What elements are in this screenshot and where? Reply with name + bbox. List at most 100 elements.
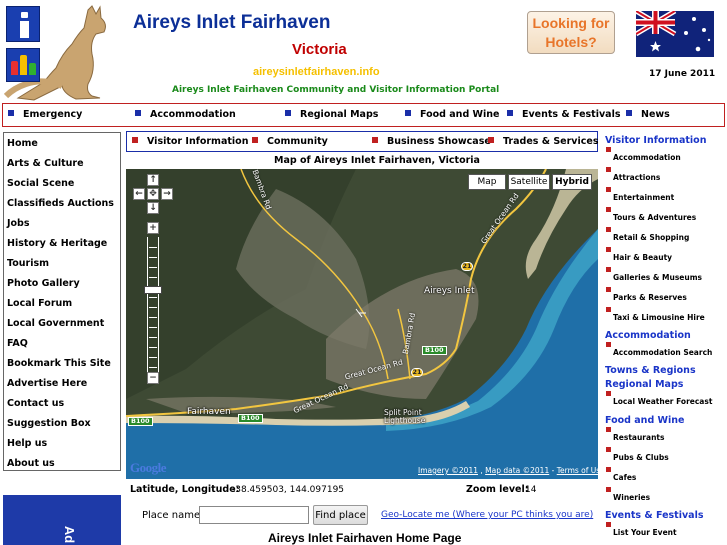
- site-state: Victoria: [292, 41, 347, 58]
- right-link-weather[interactable]: Local Weather Forecast: [613, 397, 712, 406]
- bullet-icon: [606, 487, 611, 492]
- place-name-input[interactable]: [199, 506, 309, 524]
- sidebar-item-suggestion-box[interactable]: Suggestion Box: [7, 418, 91, 429]
- satellite-map[interactable]: Map Satellite Hybrid ↑ ← ✥ → ↓ + − Airey…: [126, 169, 598, 479]
- main-navigation: Emergency Accommodation Regional Maps Fo…: [2, 103, 725, 127]
- map-type-hybrid-button[interactable]: Hybrid: [552, 174, 592, 190]
- right-link-retail[interactable]: Retail & Shopping: [613, 233, 689, 242]
- subnav-business-showcase[interactable]: Business Showcase: [372, 136, 491, 147]
- zoom-slider-handle[interactable]: [144, 286, 162, 294]
- pan-down-icon[interactable]: ↓: [147, 202, 159, 214]
- zoom-out-button[interactable]: −: [147, 372, 159, 384]
- subnav-trades-services[interactable]: Trades & Services: [488, 136, 598, 147]
- nav-food-and-wine[interactable]: Food and Wine: [405, 109, 500, 120]
- right-link-wineries[interactable]: Wineries: [613, 493, 650, 502]
- bullet-icon: [252, 137, 258, 143]
- right-heading-towns-regions[interactable]: Towns & Regions: [605, 365, 696, 376]
- nav-news[interactable]: News: [626, 109, 670, 120]
- family-icon[interactable]: [6, 48, 40, 82]
- map-terrain: [126, 169, 598, 479]
- subnav-community[interactable]: Community: [252, 136, 328, 147]
- right-link-list-event[interactable]: List Your Event: [613, 528, 677, 537]
- route-b100-shield: B100: [422, 346, 447, 355]
- sidebar-item-contact[interactable]: Contact us: [7, 398, 64, 409]
- nav-events-festivals[interactable]: Events & Festivals: [507, 109, 621, 120]
- bullet-icon: [606, 187, 611, 192]
- sidebar-item-jobs[interactable]: Jobs: [7, 218, 30, 229]
- route-b100-shield: B100: [238, 414, 263, 423]
- right-link-accommodation-search[interactable]: Accommodation Search: [613, 348, 712, 357]
- sidebar-item-local-government[interactable]: Local Government: [7, 318, 104, 329]
- right-link-entertainment[interactable]: Entertainment: [613, 193, 674, 202]
- bullet-icon: [606, 342, 611, 347]
- advertisement-banner[interactable]: Ad: [3, 495, 121, 545]
- sidebar-item-advertise[interactable]: Advertise Here: [7, 378, 87, 389]
- right-heading-regional-maps[interactable]: Regional Maps: [605, 379, 683, 390]
- map-type-satellite-button[interactable]: Satellite: [508, 174, 550, 190]
- sidebar-item-help[interactable]: Help us: [7, 438, 47, 449]
- subnav-visitor-information[interactable]: Visitor Information: [132, 136, 248, 147]
- sidebar-item-history-heritage[interactable]: History & Heritage: [7, 238, 107, 249]
- right-link-taxi[interactable]: Taxi & Limousine Hire: [613, 313, 705, 322]
- right-link-cafes[interactable]: Cafes: [613, 473, 636, 482]
- pan-center-icon[interactable]: ✥: [147, 188, 159, 200]
- right-link-parks[interactable]: Parks & Reserves: [613, 293, 687, 302]
- right-link-hair-beauty[interactable]: Hair & Beauty: [613, 253, 672, 262]
- sidebar-item-tourism[interactable]: Tourism: [7, 258, 49, 269]
- bullet-icon: [606, 167, 611, 172]
- sidebar-item-local-forum[interactable]: Local Forum: [7, 298, 72, 309]
- nav-accommodation[interactable]: Accommodation: [135, 109, 236, 120]
- pan-right-icon[interactable]: →: [161, 188, 173, 200]
- bullet-icon: [405, 110, 411, 116]
- site-domain: aireysinletfairhaven.info: [253, 66, 380, 78]
- route-21-shield: 21: [411, 368, 423, 377]
- bullet-icon: [606, 307, 611, 312]
- map-data-link[interactable]: Map data ©2011: [485, 466, 549, 475]
- map-type-map-button[interactable]: Map: [468, 174, 506, 190]
- zoom-in-button[interactable]: +: [147, 222, 159, 234]
- left-sidebar: Home Arts & Culture Social Scene Classif…: [3, 132, 121, 471]
- right-link-attractions[interactable]: Attractions: [613, 173, 660, 182]
- bullet-icon: [606, 522, 611, 527]
- sidebar-item-home[interactable]: Home: [7, 138, 38, 149]
- terms-of-use-link[interactable]: Terms of Use: [557, 466, 598, 475]
- sidebar-item-about[interactable]: About us: [7, 458, 55, 469]
- sidebar-item-arts-culture[interactable]: Arts & Culture: [7, 158, 84, 169]
- right-link-galleries[interactable]: Galleries & Museums: [613, 273, 702, 282]
- google-logo[interactable]: Google: [130, 460, 167, 476]
- site-title: Aireys Inlet Fairhaven: [133, 12, 331, 33]
- looking-for-hotels-button[interactable]: Looking for Hotels?: [527, 11, 615, 54]
- right-link-pubs[interactable]: Pubs & Clubs: [613, 453, 669, 462]
- sidebar-item-social-scene[interactable]: Social Scene: [7, 178, 74, 189]
- map-attribution: Imagery ©2011 , Map data ©2011 - Terms o…: [418, 466, 598, 475]
- sidebar-item-faq[interactable]: FAQ: [7, 338, 28, 349]
- right-heading-visitor-information[interactable]: Visitor Information: [605, 135, 706, 146]
- nav-regional-maps[interactable]: Regional Maps: [285, 109, 378, 120]
- bullet-icon: [606, 267, 611, 272]
- bullet-icon: [8, 110, 14, 116]
- australian-flag: [636, 11, 714, 57]
- bullet-icon: [285, 110, 291, 116]
- right-heading-events[interactable]: Events & Festivals: [605, 510, 704, 521]
- info-icon[interactable]: [6, 6, 40, 42]
- map-label-fairhaven: Fairhaven: [187, 407, 231, 417]
- pan-left-icon[interactable]: ←: [133, 188, 145, 200]
- pan-up-icon[interactable]: ↑: [147, 174, 159, 186]
- right-heading-food-wine[interactable]: Food and Wine: [605, 415, 685, 426]
- right-link-restaurants[interactable]: Restaurants: [613, 433, 664, 442]
- sidebar-item-photo-gallery[interactable]: Photo Gallery: [7, 278, 80, 289]
- right-link-accommodation[interactable]: Accommodation: [613, 153, 681, 162]
- geo-locate-link[interactable]: Geo-Locate me (Where your PC thinks you …: [381, 510, 593, 520]
- bullet-icon: [606, 447, 611, 452]
- sidebar-item-classifieds-auctions[interactable]: Classifieds Auctions: [7, 198, 114, 209]
- sidebar-item-bookmark[interactable]: Bookmark This Site: [7, 358, 111, 369]
- find-place-button[interactable]: Find place: [313, 505, 368, 525]
- right-heading-accommodation[interactable]: Accommodation: [605, 330, 691, 341]
- right-link-tours[interactable]: Tours & Adventures: [613, 213, 696, 222]
- zoom-slider[interactable]: [147, 237, 159, 377]
- imagery-link[interactable]: Imagery ©2011: [418, 466, 478, 475]
- ad-text: Ad: [62, 525, 78, 544]
- route-b100-shield: B100: [128, 417, 153, 426]
- nav-emergency[interactable]: Emergency: [8, 109, 82, 120]
- place-name-label: Place name:: [142, 510, 204, 521]
